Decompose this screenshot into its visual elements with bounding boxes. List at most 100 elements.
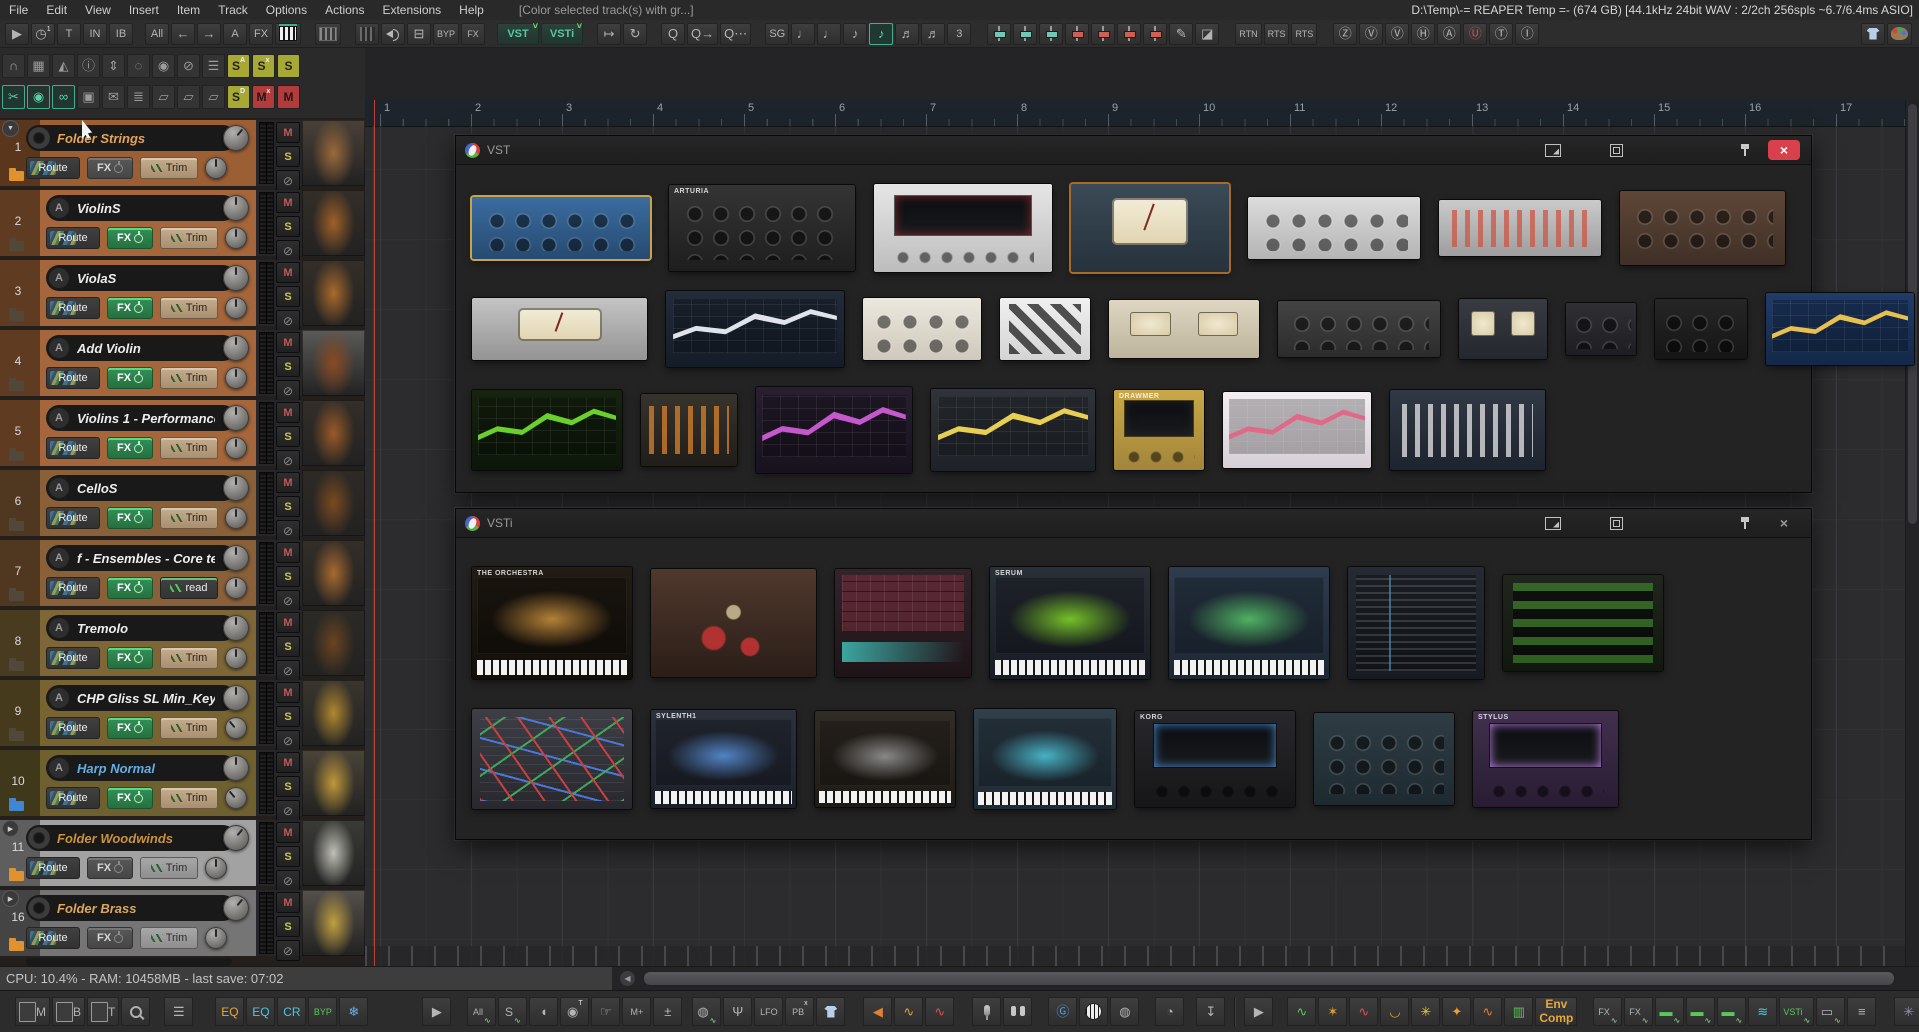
folder-state-icon[interactable] (9, 311, 24, 321)
fx-button[interactable]: FX (107, 507, 153, 529)
track-row-5[interactable]: 5AViolins 1 - Performance (RouteFXTrimMS… (0, 400, 365, 466)
solo-button[interactable]: S (276, 286, 300, 307)
mute-button[interactable]: M (277, 85, 300, 109)
arm-a-badge[interactable]: A (48, 757, 70, 779)
plugin-thumbnail[interactable] (472, 197, 650, 259)
mic-icon[interactable] (972, 997, 1001, 1026)
track-name[interactable]: Violins 1 - Performance ( (77, 411, 215, 426)
grid-icon[interactable]: ▦ (27, 54, 50, 78)
menu-extensions[interactable]: Extensions (373, 3, 450, 17)
plugin-thumbnail[interactable] (1766, 293, 1914, 365)
envelope-button[interactable]: Trim (160, 647, 218, 669)
route-button[interactable]: Route (46, 647, 100, 669)
fx-env2-button[interactable]: FX∿ (1624, 997, 1653, 1026)
pan-knob[interactable] (223, 265, 249, 291)
razor-icon[interactable]: ✂ (2, 85, 25, 109)
fader-red-icon[interactable] (1091, 23, 1115, 45)
fader-red-icon[interactable] (1117, 23, 1141, 45)
fader-icon[interactable] (987, 23, 1011, 45)
film-icon[interactable] (315, 23, 341, 45)
plugin-thumbnail[interactable] (815, 711, 955, 807)
track-row-7[interactable]: 7Af - Ensembles - Core techRouteFXreadMS… (0, 540, 365, 606)
fx-button[interactable]: FX (107, 297, 153, 319)
dock-icon[interactable] (1541, 514, 1565, 532)
striped-circle-icon[interactable]: ◍ (1110, 997, 1139, 1026)
width-knob[interactable] (225, 297, 247, 319)
plugin-thumbnail[interactable] (1248, 197, 1420, 259)
width-knob[interactable] (225, 507, 247, 529)
vst-dropdown[interactable]: VST (497, 23, 539, 45)
record-arm-icon[interactable] (28, 897, 50, 919)
width-knob[interactable] (225, 647, 247, 669)
pan-knob[interactable] (223, 615, 249, 641)
pan-knob[interactable] (223, 335, 249, 361)
track-name[interactable]: ViolaS (77, 271, 116, 286)
toolbar-in-button[interactable]: IN (83, 23, 107, 45)
palette-env-icon[interactable]: ◍∿ (692, 997, 721, 1026)
lock-icon[interactable]: ⇕ (102, 54, 125, 78)
note-eighth-icon[interactable]: ♪ (843, 23, 867, 45)
mute-button[interactable]: M (276, 542, 300, 563)
solo-a-button[interactable]: SA (227, 54, 250, 78)
eq-cyan-button[interactable]: EQ (246, 997, 275, 1026)
menu-edit[interactable]: Edit (37, 3, 76, 17)
envelope-button[interactable]: Trim (160, 507, 218, 529)
route-button[interactable]: Route (26, 857, 80, 879)
time-icon[interactable]: ◷1 (31, 23, 55, 45)
mute-button[interactable]: M (276, 402, 300, 423)
plugin-thumbnail[interactable]: ARTURIA (669, 185, 855, 271)
item-env-icon[interactable]: ▬∿ (1655, 997, 1684, 1026)
env-s-button[interactable]: S∿ (498, 997, 527, 1026)
plugin-thumbnail[interactable]: The Orchestra (472, 567, 632, 679)
mixer-icon[interactable] (355, 23, 379, 45)
folder-state-icon[interactable] (9, 871, 24, 881)
pencil-icon[interactable]: ✎ (1169, 23, 1193, 45)
toolbar-ib-button[interactable]: IB (109, 23, 133, 45)
zoom-a-icon[interactable]: Ⓐ (1437, 23, 1461, 45)
solo-button[interactable]: S (276, 846, 300, 867)
plus-minus-icon[interactable]: ± (653, 997, 682, 1026)
solo-button[interactable]: S (276, 146, 300, 167)
checklist-icon[interactable]: ☰ (164, 997, 193, 1026)
track-name-bar[interactable]: Folder Woodwinds (26, 825, 236, 851)
pb-button[interactable]: PBx (785, 997, 814, 1026)
track-name-bar[interactable]: Folder Brass (26, 895, 236, 921)
folder-state-icon[interactable] (9, 451, 24, 461)
zoom-v2-icon[interactable]: Ⓥ (1385, 23, 1409, 45)
box-env-icon[interactable]: ▭∿ (1816, 997, 1845, 1026)
insert-marker-icon[interactable]: ↦ (597, 23, 621, 45)
mute-x-button[interactable]: Mx (252, 85, 275, 109)
play-icon[interactable]: ▶ (5, 23, 29, 45)
route-button[interactable]: Route (46, 787, 100, 809)
tuning-fork-icon[interactable]: Ψ (723, 997, 752, 1026)
solo-button[interactable]: S (276, 916, 300, 937)
search-icon[interactable] (121, 997, 150, 1026)
play-icon[interactable]: ▶ (422, 997, 451, 1026)
arm-a-badge[interactable]: A (48, 337, 70, 359)
envelope-button[interactable]: Trim (160, 297, 218, 319)
menu-insert[interactable]: Insert (120, 3, 168, 17)
bars-green-icon[interactable]: ▥ (1504, 997, 1533, 1026)
track-name-bar[interactable]: ACelloS (46, 475, 236, 501)
link-icon[interactable]: ∞ (52, 85, 75, 109)
list-icon[interactable]: ☰ (202, 54, 225, 78)
track-name-bar[interactable]: Af - Ensembles - Core tech (46, 545, 236, 571)
mic-pair-icon[interactable] (1003, 997, 1032, 1026)
plugin-thumbnail[interactable] (1503, 575, 1663, 671)
speaker-icon[interactable] (381, 23, 405, 45)
fx-button[interactable]: FX (87, 857, 133, 879)
download-icon[interactable]: ↧ (1196, 997, 1225, 1026)
wave-orange-icon[interactable]: ∿ (894, 997, 923, 1026)
lips-icon[interactable]: ◡ (1380, 997, 1409, 1026)
mute-button[interactable]: M (276, 612, 300, 633)
plugin-thumbnail[interactable]: KORG (1135, 711, 1295, 807)
wave-orange2-icon[interactable]: ∿ (1473, 997, 1502, 1026)
arm-a-badge[interactable]: A (48, 687, 70, 709)
track-name-bar[interactable]: AViolinS (46, 195, 236, 221)
phase-button[interactable]: ⊘ (276, 520, 300, 541)
folder-collapse-icon[interactable]: ▶ (2, 820, 19, 837)
rts2-button[interactable]: RTS (1291, 23, 1317, 45)
pan-knob[interactable] (223, 475, 249, 501)
vsti-titlebar[interactable]: VSTi × (456, 509, 1811, 538)
track-name[interactable]: Tremolo (77, 621, 128, 636)
